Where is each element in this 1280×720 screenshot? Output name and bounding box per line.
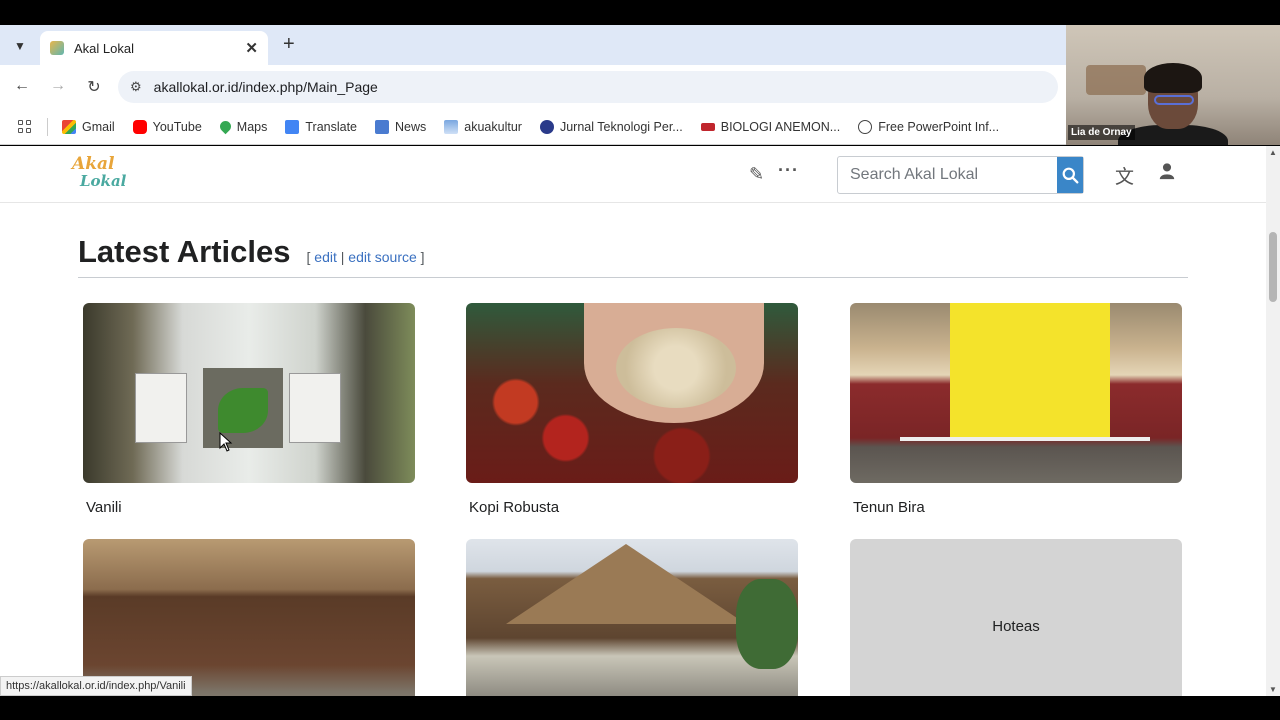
- more-menu-icon[interactable]: ···: [778, 160, 799, 181]
- mouse-cursor-icon: [219, 432, 233, 452]
- article-image-house-1[interactable]: [83, 539, 415, 696]
- bookmark-label: Translate: [305, 119, 358, 134]
- edit-separator: |: [340, 249, 345, 265]
- bookmark-biologi[interactable]: BIOLOGI ANEMON...: [700, 119, 841, 134]
- main-content: Latest Articles [ edit | edit source ]: [78, 234, 1188, 278]
- maps-icon: [217, 118, 234, 135]
- screen: ▼ Akal Lokal ✕ + ← → ↻ ⚙ akallokal.or.id…: [0, 0, 1280, 720]
- bookmark-powerpoint[interactable]: Free PowerPoint Inf...: [858, 119, 1000, 134]
- section-heading-row: Latest Articles [ edit | edit source ]: [78, 234, 1188, 278]
- edit-links: [ edit | edit source ]: [307, 249, 425, 265]
- page-icon: [444, 119, 459, 134]
- search-icon: [1062, 167, 1078, 183]
- bookmark-label: BIOLOGI ANEMON...: [720, 119, 841, 134]
- site-logo[interactable]: Akal Lokal: [72, 154, 126, 194]
- scroll-down-icon[interactable]: ▼: [1269, 685, 1277, 694]
- back-icon[interactable]: ←: [12, 77, 32, 95]
- scrollbar-thumb[interactable]: [1269, 232, 1277, 302]
- forward-icon[interactable]: →: [48, 77, 68, 95]
- article-title[interactable]: Vanili: [83, 499, 415, 516]
- edit-source-link[interactable]: edit source: [348, 249, 416, 265]
- bookmark-akuakultur[interactable]: akuakultur: [444, 119, 522, 134]
- edit-icon[interactable]: ✎: [749, 164, 764, 185]
- webcam-person-glasses: [1154, 95, 1194, 105]
- article-card-house-2[interactable]: [466, 539, 798, 696]
- bookmarks-bar: Gmail YouTube Maps Translate News akuaku…: [0, 109, 1066, 145]
- bookmark-label: Gmail: [82, 119, 115, 134]
- bookmark-maps[interactable]: Maps: [217, 118, 268, 135]
- bookmark-separator: [47, 117, 48, 136]
- translate-icon: [285, 119, 300, 134]
- article-title[interactable]: Tenun Bira: [850, 499, 1182, 516]
- article-title[interactable]: Kopi Robusta: [466, 499, 798, 516]
- section-heading: Latest Articles: [78, 234, 291, 269]
- article-image-vanili[interactable]: [83, 303, 415, 483]
- webcam-background: [1086, 65, 1146, 95]
- bookmark-label: YouTube: [152, 119, 202, 134]
- search-button[interactable]: [1057, 157, 1083, 193]
- bookmark-youtube[interactable]: YouTube: [132, 119, 202, 134]
- tab-search-chevron-icon[interactable]: ▼: [8, 34, 32, 58]
- site-search: [837, 156, 1084, 194]
- news-icon: [375, 119, 390, 134]
- article-image-kopi-robusta[interactable]: [466, 303, 798, 483]
- article-title[interactable]: Hoteas: [992, 618, 1040, 635]
- page-scrollbar[interactable]: ▲ ▼: [1266, 146, 1280, 696]
- article-image-tenun-bira[interactable]: [850, 303, 1182, 483]
- apps-grid-icon[interactable]: [18, 120, 31, 133]
- gmail-icon: [62, 119, 76, 134]
- bookmark-label: News: [395, 119, 427, 134]
- bookmark-label: akuakultur: [464, 119, 522, 134]
- article-card-tenun-bira[interactable]: Tenun Bira: [850, 303, 1182, 516]
- browser-tab[interactable]: Akal Lokal ✕: [40, 31, 268, 65]
- edit-bracket-open: [: [306, 249, 311, 265]
- site-info-icon[interactable]: ⚙: [130, 79, 142, 95]
- article-card-kopi-robusta[interactable]: Kopi Robusta: [466, 303, 798, 516]
- tab-title: Akal Lokal: [74, 40, 134, 56]
- bookmark-label: Maps: [236, 119, 268, 134]
- new-tab-icon[interactable]: +: [283, 33, 295, 56]
- search-input[interactable]: [838, 157, 1057, 193]
- smiley-icon: [858, 119, 873, 134]
- address-url[interactable]: akallokal.or.id/index.php/Main_Page: [154, 79, 378, 95]
- address-bar[interactable]: ⚙ akallokal.or.id/index.php/Main_Page: [118, 71, 1058, 103]
- status-bar-url: https://akallokal.or.id/index.php/Vanili: [0, 676, 192, 696]
- edit-link[interactable]: edit: [314, 249, 337, 265]
- article-card-vanili[interactable]: Vanili: [83, 303, 415, 516]
- bookmark-label: Free PowerPoint Inf...: [878, 119, 1000, 134]
- close-tab-icon[interactable]: ✕: [245, 39, 258, 57]
- article-placeholder-hoteas[interactable]: Hoteas: [850, 539, 1182, 696]
- bookmark-news[interactable]: News: [375, 119, 427, 134]
- reload-icon[interactable]: ↻: [84, 77, 104, 97]
- web-page: Akal Lokal ✎ ··· 文 Latest Articles [: [0, 146, 1266, 696]
- bookmark-jurnal[interactable]: Jurnal Teknologi Per...: [539, 119, 683, 134]
- bookmark-gmail[interactable]: Gmail: [62, 119, 115, 134]
- article-image-house-2[interactable]: [466, 539, 798, 696]
- language-icon[interactable]: 文: [1115, 162, 1134, 189]
- site-favicon-icon: [50, 41, 64, 55]
- webcam-person-hair: [1144, 63, 1202, 93]
- tab-strip: ▼ Akal Lokal ✕ +: [0, 25, 1066, 65]
- edit-bracket-close: ]: [420, 249, 425, 265]
- webcam-overlay: Lia de Ornay: [1066, 25, 1280, 145]
- journal-icon: [539, 119, 554, 134]
- article-card-hoteas[interactable]: Hoteas: [850, 539, 1182, 696]
- bookmark-label: Jurnal Teknologi Per...: [559, 119, 683, 134]
- site-header: Akal Lokal ✎ ··· 文: [0, 146, 1266, 203]
- browser-toolbar: ← → ↻ ⚙ akallokal.or.id/index.php/Main_P…: [0, 65, 1066, 109]
- user-icon[interactable]: [1158, 162, 1176, 185]
- webcam-name-label: Lia de Ornay: [1068, 125, 1135, 140]
- biology-icon: [700, 122, 715, 131]
- youtube-icon: [132, 119, 147, 134]
- article-card-house-1[interactable]: [83, 539, 415, 696]
- bookmark-translate[interactable]: Translate: [285, 119, 358, 134]
- scroll-up-icon[interactable]: ▲: [1269, 148, 1277, 157]
